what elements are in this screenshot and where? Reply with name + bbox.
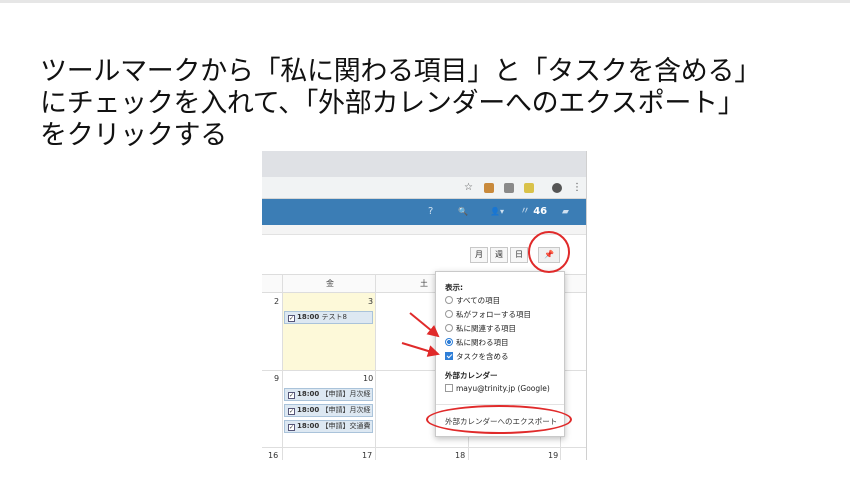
arrow-to-involved-items	[409, 312, 440, 338]
top-divider	[0, 0, 850, 3]
instruction-line-2: にチェックを入れて、「外部カレンダーへのエクスポート」	[40, 88, 745, 119]
instruction-line-3: をクリックする	[40, 120, 227, 151]
arrow-to-include-tasks	[401, 342, 440, 357]
instruction-line-1: ツールマークから「私に関わる項目」と「タスクを含める」	[40, 56, 761, 87]
annotation-arrows	[401, 312, 440, 357]
embedded-screenshot: ☆ ⋮ ? 🔍 👤▾ 〃 46 ▰ 月 週 日 📌 金 土 2 3 9 10 1…	[262, 151, 587, 460]
instruction-text: ツールマークから「私に関わる項目」と「タスクを含める」 にチェックを入れて、「外…	[40, 56, 840, 152]
